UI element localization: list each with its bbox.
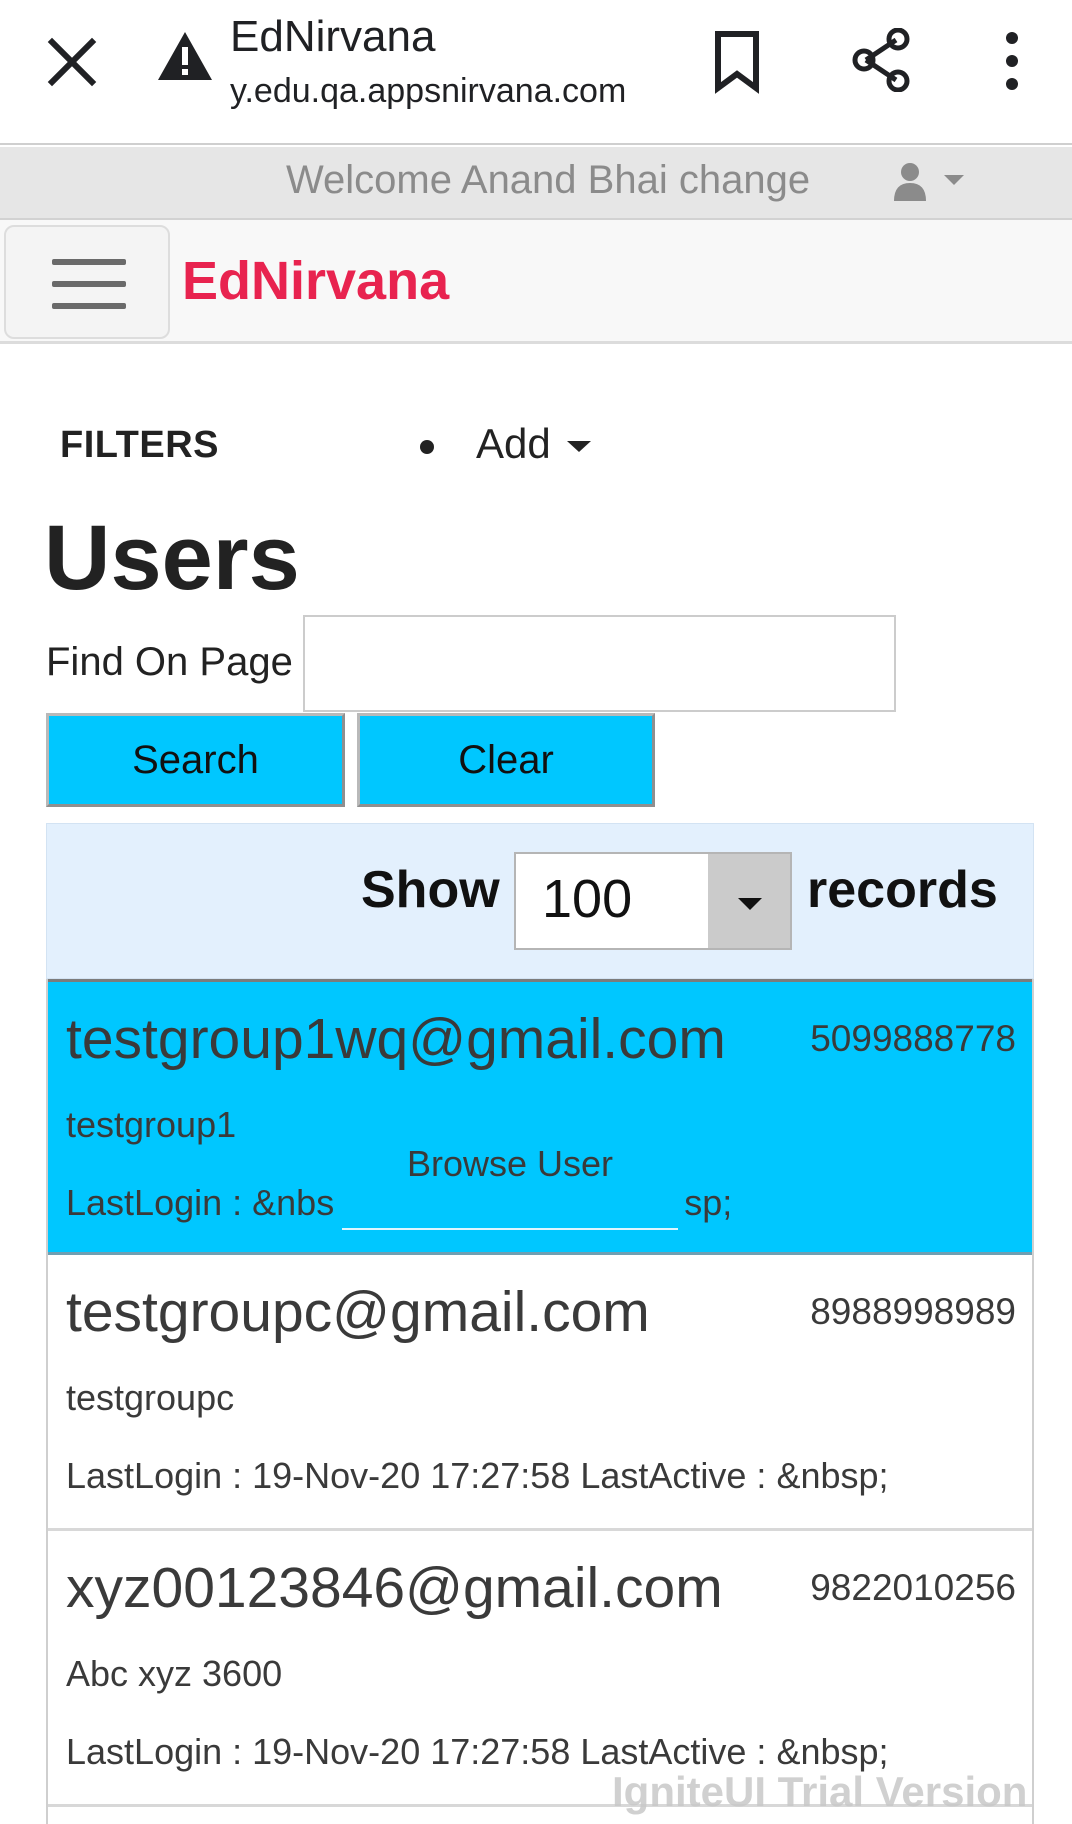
user-last-login: LastLogin : 19-Nov-20 17:27:58 LastActiv…: [66, 1731, 889, 1772]
user-list: testgroup1wq@gmail.com 5099888778 testgr…: [46, 979, 1034, 1824]
bookmark-icon[interactable]: [712, 30, 762, 94]
browse-user-label: Browse User: [406, 1143, 614, 1184]
find-input[interactable]: [303, 615, 896, 712]
page-title: Users: [44, 507, 300, 609]
add-label: Add: [476, 420, 551, 467]
find-label: Find On Page: [46, 640, 293, 684]
user-email: xyz00123846@gmail.com: [66, 1556, 723, 1620]
hamburger-menu-button[interactable]: [4, 225, 170, 339]
user-name: testgroupc: [66, 1377, 235, 1418]
chevron-down-icon: [738, 898, 762, 910]
share-icon[interactable]: [852, 28, 912, 92]
user-phone: 5099888778: [810, 1018, 1016, 1059]
show-records-bar: Show 100 records: [46, 823, 1034, 979]
records-per-page-select[interactable]: 100: [514, 852, 792, 950]
search-button[interactable]: Search: [46, 713, 345, 807]
more-vert-icon[interactable]: [1000, 32, 1024, 90]
show-label: Show: [361, 861, 500, 919]
filters-toggle[interactable]: FILTERS: [60, 424, 219, 467]
browser-url[interactable]: y.edu.qa.appsnirvana.com: [230, 72, 650, 111]
welcome-text: Welcome Anand Bhai change: [286, 158, 811, 202]
app-navbar: EdNirvana: [0, 220, 1072, 344]
dropdown-button[interactable]: [708, 854, 790, 948]
chevron-down-icon: [944, 175, 964, 185]
brand-logo[interactable]: EdNirvana: [182, 250, 449, 312]
user-name: Abc xyz 3600: [66, 1653, 283, 1694]
chevron-down-icon: [566, 440, 591, 452]
welcome-bar: Welcome Anand Bhai change: [0, 147, 1072, 220]
records-label: records: [807, 861, 998, 919]
user-last-login-start: LastLogin : &nbs: [66, 1182, 335, 1223]
browser-page-title: EdNirvana: [230, 12, 436, 61]
list-item[interactable]: testgroup1wq@gmail.com 5099888778 testgr…: [48, 979, 1032, 1255]
browse-user-button[interactable]: Browse User: [342, 1142, 678, 1230]
user-email: testgroup1wq@gmail.com: [66, 1007, 726, 1071]
records-per-page-value: 100: [542, 869, 633, 929]
warning-icon[interactable]: [156, 30, 214, 82]
list-item[interactable]: testgroupc@gmail.com 8988998989 testgrou…: [48, 1255, 1032, 1531]
user-email: testgroupc@gmail.com: [66, 1280, 650, 1344]
list-bullet: [420, 440, 434, 454]
user-icon[interactable]: [892, 161, 972, 207]
user-phone: 9822010256: [810, 1567, 1016, 1608]
trial-watermark: IgniteUI Trial Version: [612, 1768, 1028, 1815]
user-phone: 8988998989: [810, 1291, 1016, 1332]
user-last-login: LastLogin : 19-Nov-20 17:27:58 LastActiv…: [66, 1455, 889, 1496]
user-name: testgroup1: [66, 1104, 237, 1145]
add-dropdown[interactable]: Add: [476, 420, 591, 468]
browser-toolbar: EdNirvana y.edu.qa.appsnirvana.com: [0, 0, 1072, 145]
clear-button[interactable]: Clear: [357, 713, 655, 807]
close-icon[interactable]: [44, 34, 100, 90]
user-last-login-end: sp;: [684, 1182, 733, 1223]
list-item[interactable]: xyz00123846@gmail.com 9822010256 Abc xyz…: [48, 1531, 1032, 1807]
